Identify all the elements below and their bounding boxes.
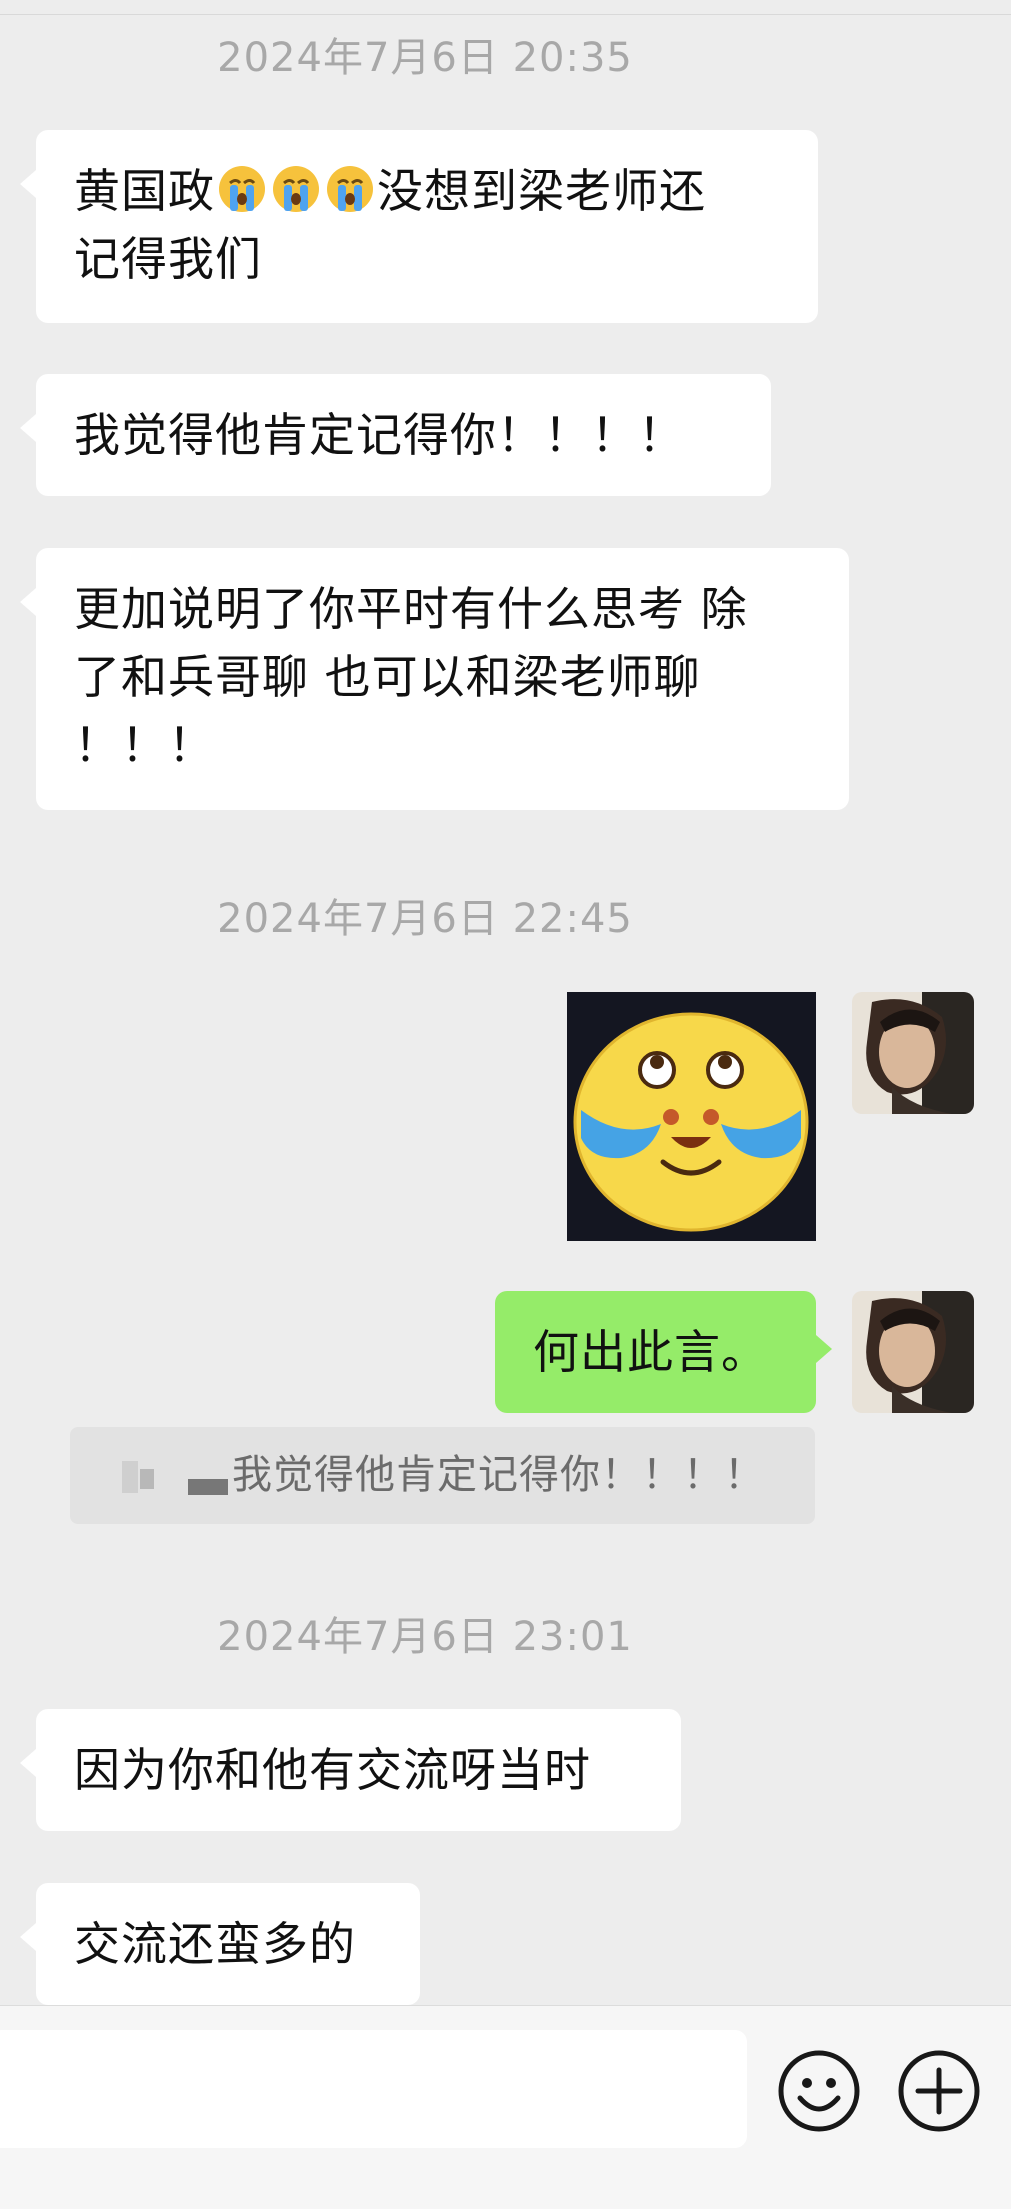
message-text: ！！！: [74, 718, 215, 772]
crying-face-emoji-icon: [327, 166, 373, 212]
incoming-message[interactable]: 交流还蛮多的: [20, 1883, 420, 2005]
user-avatar-icon: [852, 992, 974, 1114]
crying-face-emoji-icon: [219, 166, 265, 212]
smiley-icon[interactable]: [776, 2048, 862, 2134]
blurred-name-icon: [122, 1461, 228, 1495]
timestamp: 2024年7月6日 20:35: [217, 35, 633, 81]
quoted-message[interactable]: 我觉得他肯定记得你！！！！: [70, 1427, 815, 1524]
message-text: 没想到梁老师还: [377, 164, 706, 218]
timestamp: 2024年7月6日 23:01: [217, 1614, 633, 1660]
avatar[interactable]: [852, 992, 974, 1114]
user-avatar-icon: [852, 1291, 974, 1413]
avatar[interactable]: [852, 1291, 974, 1413]
quoted-text: 我觉得他肯定记得你！！！！: [232, 1452, 765, 1498]
plus-circle-icon[interactable]: [896, 2048, 982, 2134]
sticker-message[interactable]: [567, 992, 816, 1241]
message-text: 何出此言。: [533, 1325, 768, 1379]
message-text: 更加说明了你平时有什么思考 除: [74, 582, 748, 636]
incoming-message[interactable]: 更加说明了你平时有什么思考 除 了和兵哥聊 也可以和梁老师聊 ！！！: [20, 548, 849, 810]
message-text: 记得我们: [74, 232, 262, 286]
timestamp: 2024年7月6日 22:45: [217, 896, 633, 942]
message-text: 黄国政: [74, 164, 215, 218]
message-text: 交流还蛮多的: [74, 1917, 356, 1971]
message-text: 了和兵哥聊 也可以和梁老师聊: [74, 650, 701, 704]
incoming-message[interactable]: 我觉得他肯定记得你！！！！: [20, 374, 771, 496]
divider: [0, 14, 1011, 15]
incoming-message[interactable]: 黄国政 没想到梁老师还 记得我们: [20, 130, 818, 323]
message-text: 我觉得他肯定记得你！！！！: [74, 408, 685, 462]
outgoing-message[interactable]: 何出此言。: [495, 1291, 832, 1413]
crying-face-emoji-icon: [273, 166, 319, 212]
message-text: 因为你和他有交流呀当时: [74, 1743, 591, 1797]
incoming-message[interactable]: 因为你和他有交流呀当时: [20, 1709, 681, 1831]
crying-laughing-sticker-icon: [573, 1012, 809, 1232]
chat-area[interactable]: 2024年7月6日 20:35 黄国政 没想到梁老师还 记得我们 我觉得他肯定记…: [0, 0, 1011, 2005]
input-bar: [0, 2005, 1011, 2209]
message-input[interactable]: [0, 2030, 747, 2148]
